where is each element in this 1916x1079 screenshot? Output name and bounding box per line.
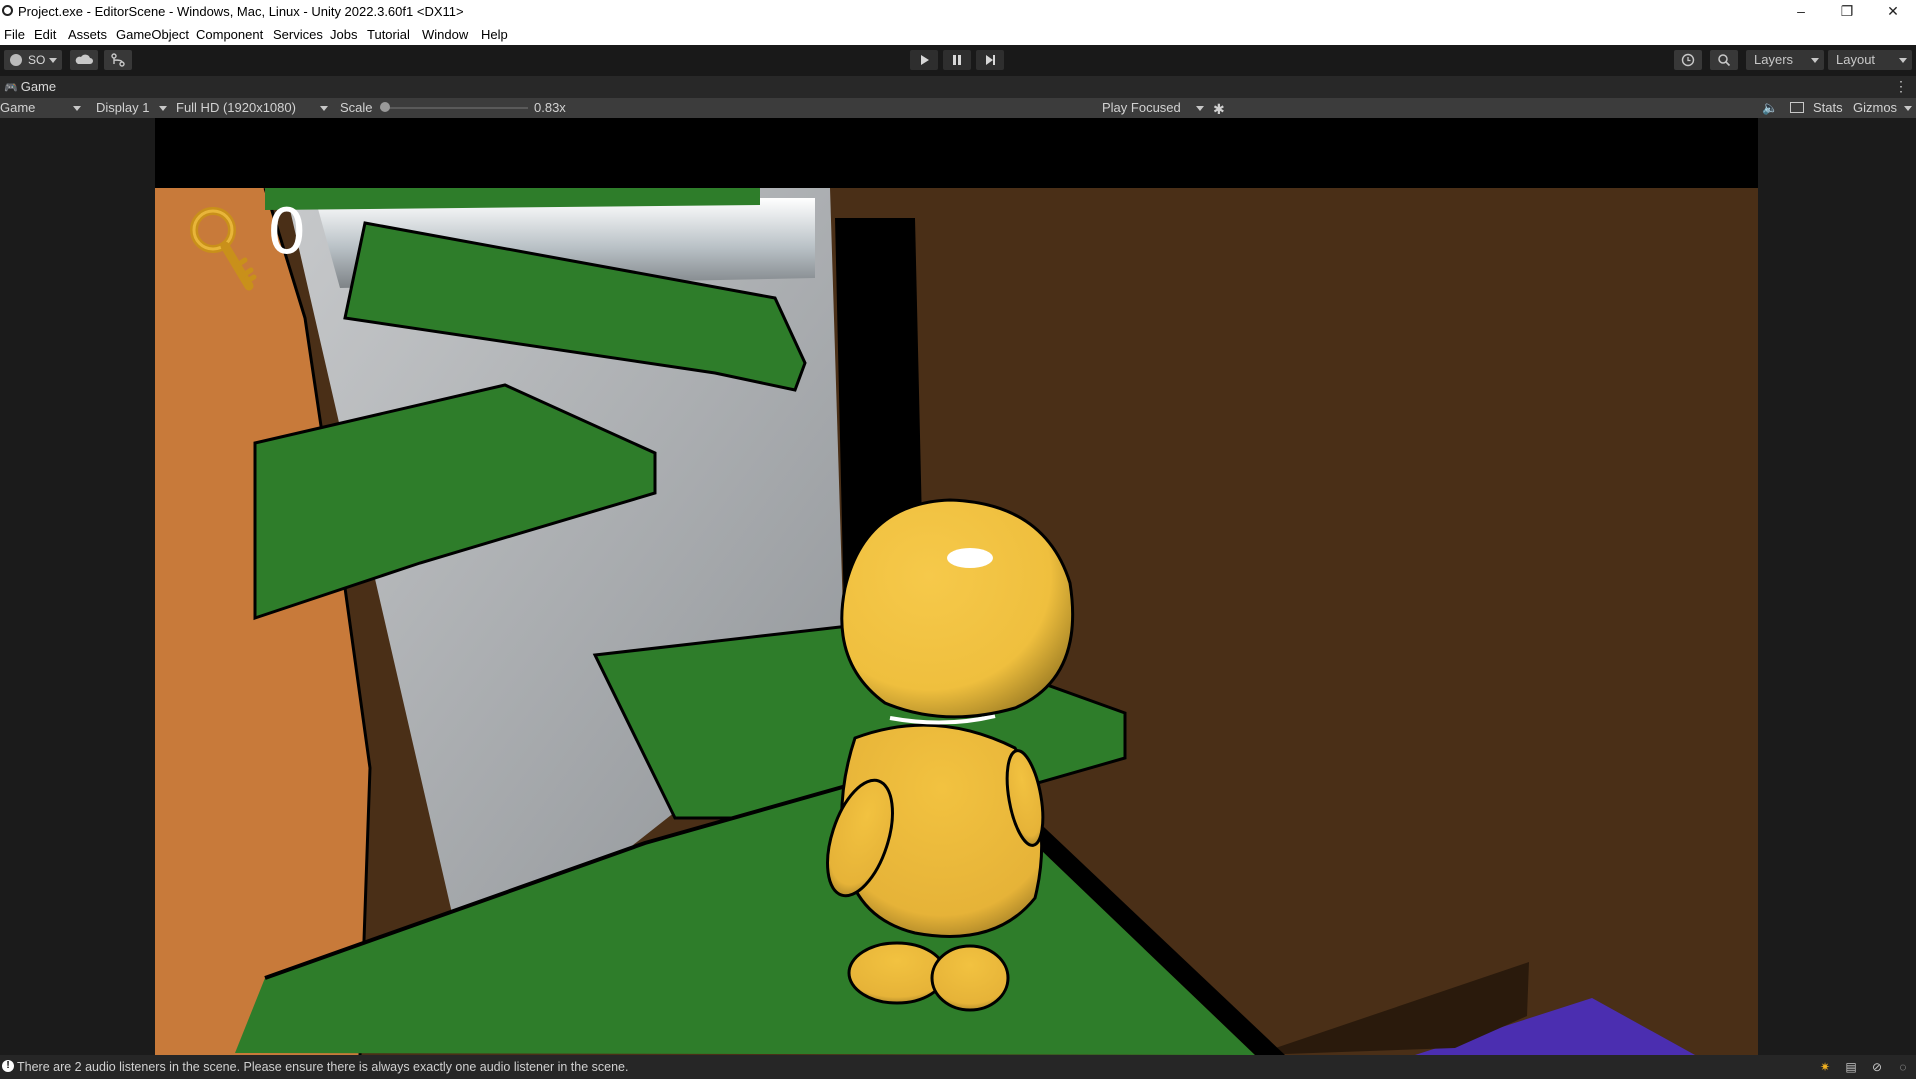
- layout-dropdown[interactable]: Layout: [1828, 50, 1912, 70]
- resolution-dropdown[interactable]: Full HD (1920x1080): [176, 98, 296, 118]
- aspect-icon[interactable]: [1790, 102, 1804, 113]
- more-options-icon[interactable]: ⋮: [1894, 78, 1908, 95]
- cloud-icon: [75, 54, 93, 64]
- game-scene: [155, 187, 1758, 1055]
- version-control-button[interactable]: [104, 50, 132, 70]
- minimize-button[interactable]: –: [1778, 0, 1824, 24]
- cloud-button[interactable]: [70, 50, 98, 70]
- display-dropdown[interactable]: Display 1: [96, 98, 149, 118]
- chevron-down-icon: [49, 58, 57, 63]
- character-head: [840, 498, 1075, 719]
- chevron-down-icon: [320, 106, 328, 111]
- scale-slider-handle[interactable]: [380, 102, 390, 112]
- play-icon: [921, 55, 929, 65]
- tab-row: 🎮 Game ⋮: [0, 76, 1916, 98]
- menu-component[interactable]: Component: [196, 27, 263, 42]
- bug-icon[interactable]: ✱: [1213, 99, 1225, 119]
- gizmos-dropdown[interactable]: Gizmos: [1853, 98, 1897, 118]
- account-icon: [10, 54, 22, 66]
- window-title: Project.exe - EditorScene - Windows, Mac…: [18, 4, 464, 19]
- pause-button[interactable]: [943, 50, 971, 70]
- layout-label: Layout: [1836, 52, 1876, 67]
- chevron-down-icon: [1196, 106, 1204, 111]
- tab-game[interactable]: 🎮 Game: [0, 76, 62, 98]
- tab-game-label: Game: [20, 79, 57, 94]
- maximize-button[interactable]: ❐: [1824, 0, 1870, 24]
- network-icon[interactable]: ⊘: [1869, 1060, 1885, 1074]
- account-dropdown[interactable]: SO: [4, 50, 62, 70]
- scale-value: 0.83x: [534, 100, 566, 115]
- close-button[interactable]: ✕: [1870, 0, 1916, 24]
- progress-icon[interactable]: ◌: [1895, 1060, 1911, 1074]
- key-count: 0: [267, 195, 307, 268]
- head-highlight: [947, 548, 993, 568]
- scale-slider[interactable]: [380, 102, 528, 112]
- pause-icon: [953, 55, 961, 65]
- game-view-controls: Game Display 1 Full HD (1920x1080) Scale…: [0, 98, 1916, 118]
- warning-icon: !: [2, 1060, 14, 1072]
- play-button[interactable]: [910, 50, 938, 70]
- game-viewport: 0: [0, 118, 1916, 1055]
- step-button[interactable]: [976, 50, 1004, 70]
- menu-bar: File Edit Assets GameObject Component Se…: [0, 24, 1916, 46]
- menu-help[interactable]: Help: [481, 27, 508, 42]
- gamepad-icon: 🎮: [4, 82, 18, 94]
- console-message[interactable]: There are 2 audio listeners in the scene…: [17, 1060, 628, 1074]
- game-render[interactable]: 0: [155, 118, 1758, 1055]
- menu-services[interactable]: Services: [273, 27, 323, 42]
- menu-jobs[interactable]: Jobs: [330, 27, 357, 42]
- letterbox-top: [155, 118, 1758, 188]
- character-foot-left: [847, 941, 947, 1005]
- chevron-down-icon: [1904, 106, 1912, 111]
- chevron-down-icon: [1811, 58, 1819, 63]
- menu-window[interactable]: Window: [422, 27, 468, 42]
- scale-label: Scale: [340, 100, 373, 115]
- branch-icon: [111, 53, 125, 67]
- layers-label: Layers: [1754, 52, 1794, 67]
- stats-button[interactable]: Stats: [1813, 98, 1843, 118]
- undo-history-button[interactable]: [1674, 50, 1702, 70]
- account-label: SO: [28, 53, 46, 67]
- lighting-icon[interactable]: ✷: [1817, 1060, 1833, 1074]
- search-icon: [1718, 54, 1731, 67]
- menu-gameobject[interactable]: GameObject: [116, 27, 189, 42]
- character-foot-right: [930, 944, 1010, 1012]
- title-bar: Project.exe - EditorScene - Windows, Mac…: [0, 0, 1916, 24]
- history-icon: [1681, 53, 1695, 67]
- search-button[interactable]: [1710, 50, 1738, 70]
- menu-tutorial[interactable]: Tutorial: [367, 27, 410, 42]
- mute-audio-icon[interactable]: 🔈: [1762, 98, 1778, 118]
- main-toolbar: SO Layers Layout: [0, 45, 1916, 76]
- menu-file[interactable]: File: [4, 27, 25, 42]
- chevron-down-icon: [73, 106, 81, 111]
- game-mode-dropdown[interactable]: Game: [0, 98, 35, 118]
- cache-server-icon[interactable]: ▤: [1843, 1060, 1859, 1074]
- menu-edit[interactable]: Edit: [34, 27, 56, 42]
- chevron-down-icon: [159, 106, 167, 111]
- step-icon: [986, 55, 995, 65]
- play-focused-dropdown[interactable]: Play Focused: [1102, 98, 1181, 118]
- layers-dropdown[interactable]: Layers: [1746, 50, 1824, 70]
- menu-assets[interactable]: Assets: [68, 27, 107, 42]
- chevron-down-icon: [1899, 58, 1907, 63]
- status-bar: ! There are 2 audio listeners in the sce…: [0, 1055, 1916, 1079]
- unity-logo-icon: [2, 5, 13, 16]
